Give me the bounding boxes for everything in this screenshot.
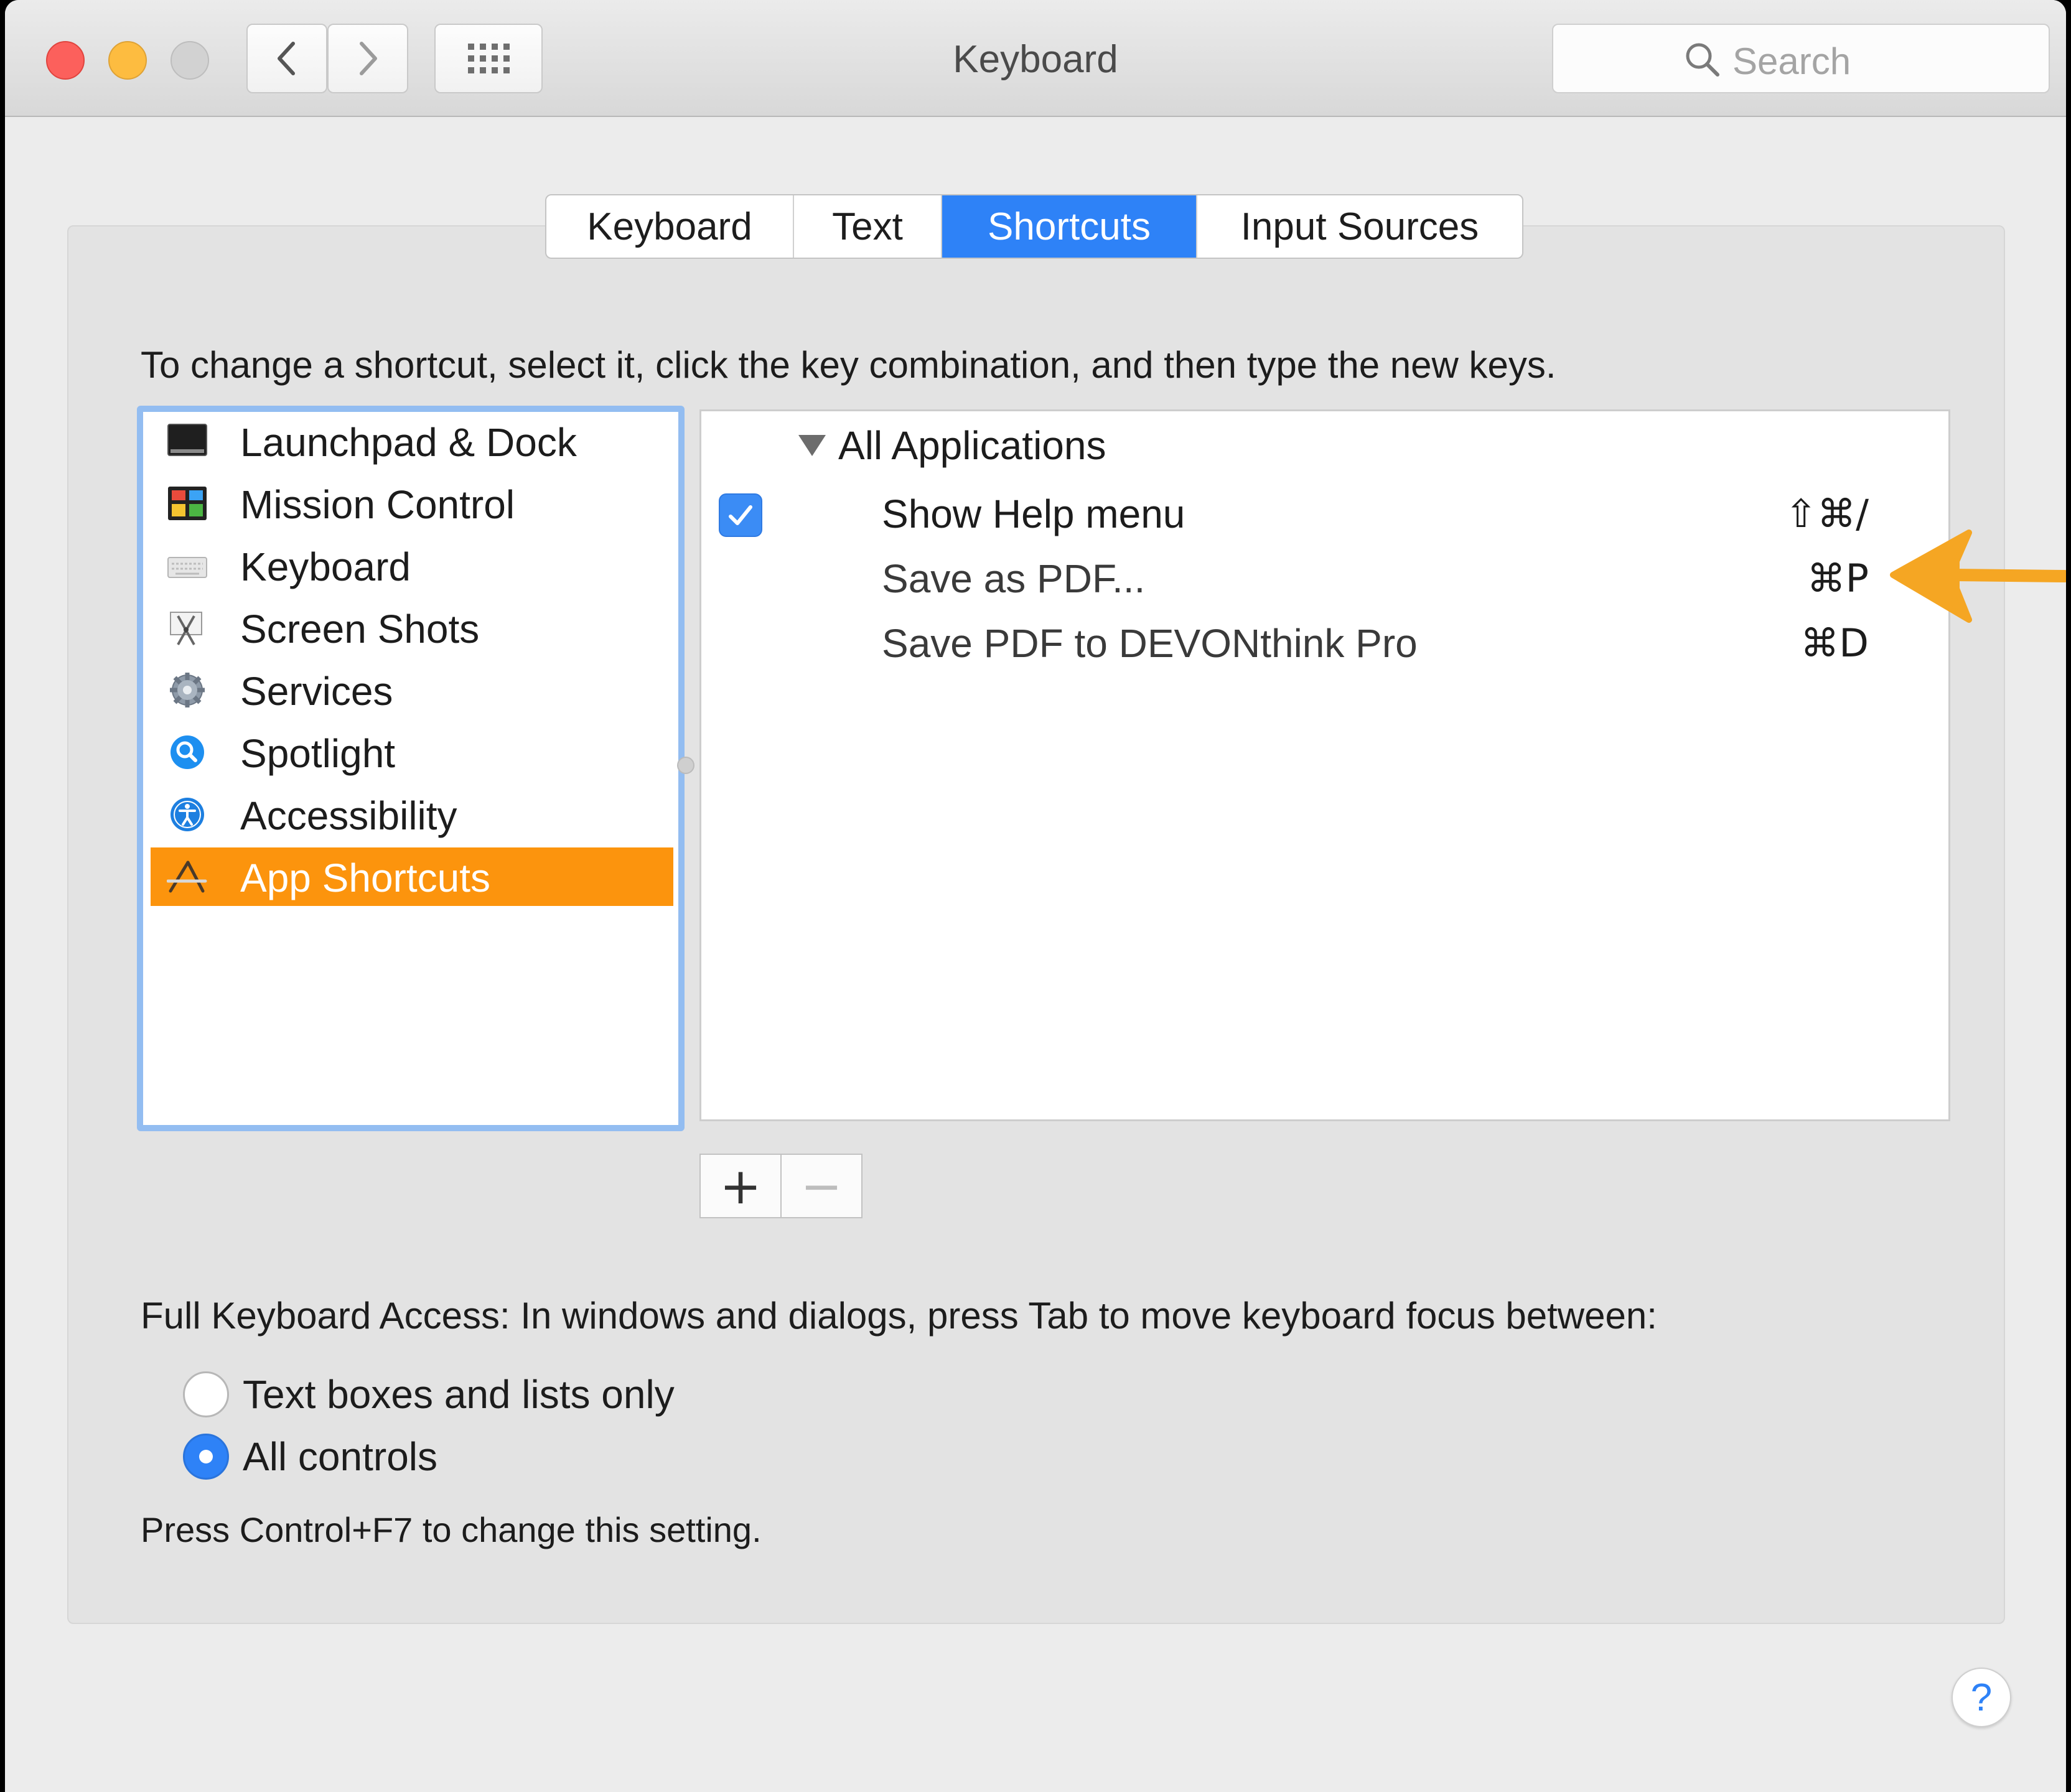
- radio-text-boxes-lists[interactable]: Text boxes and lists only: [183, 1366, 675, 1422]
- search-field[interactable]: Search: [1552, 24, 2050, 93]
- category-screen-shots[interactable]: Screen Shots: [151, 599, 673, 657]
- shortcut-label: Show Help menu: [882, 492, 1185, 536]
- instruction-text: To change a shortcut, select it, click t…: [141, 344, 1556, 386]
- shortcut-label: Save as PDF...: [882, 556, 1146, 601]
- radio-label: Text boxes and lists only: [243, 1372, 675, 1417]
- title-bar: Keyboard Search: [5, 0, 2066, 117]
- help-button[interactable]: ?: [1952, 1668, 2011, 1727]
- category-label: Spotlight: [240, 731, 396, 776]
- radio-all-controls[interactable]: All controls: [183, 1429, 437, 1485]
- category-accessibility[interactable]: Accessibility: [151, 785, 673, 844]
- shortcut-row[interactable]: Save as PDF... ⌘P: [701, 549, 1948, 612]
- category-label: Keyboard: [240, 544, 411, 589]
- full-keyboard-access-label: Full Keyboard Access: In windows and dia…: [141, 1295, 1657, 1337]
- tab-text[interactable]: Text: [794, 195, 942, 258]
- keyboard-icon: [167, 557, 207, 578]
- shortcut-key[interactable]: ⇧⌘/: [1785, 491, 1869, 536]
- category-mission-control[interactable]: Mission Control: [151, 474, 673, 533]
- shortcut-row[interactable]: Show Help menu ⇧⌘/: [701, 485, 1948, 547]
- category-label: Launchpad & Dock: [240, 420, 577, 465]
- category-label: Screen Shots: [240, 607, 480, 651]
- group-label: All Applications: [838, 423, 1106, 468]
- launchpad-dock-icon: [167, 424, 207, 456]
- group-all-applications[interactable]: All Applications: [798, 422, 1106, 469]
- tab-shortcuts[interactable]: Shortcuts: [942, 195, 1197, 258]
- tab-keyboard[interactable]: Keyboard: [546, 195, 794, 258]
- mission-control-icon: [168, 487, 207, 520]
- shortcut-key[interactable]: ⌘P: [1807, 556, 1869, 601]
- app-shortcuts-icon: [167, 861, 207, 893]
- services-gear-icon: [170, 673, 205, 707]
- shortcut-row[interactable]: Save PDF to DEVONthink Pro ⌘D: [701, 614, 1948, 676]
- spotlight-icon: [171, 735, 204, 769]
- disclosure-triangle-icon[interactable]: [798, 435, 826, 456]
- preferences-window: Keyboard Search Keyboard Text Shortcuts …: [5, 0, 2066, 1792]
- category-keyboard[interactable]: Keyboard: [151, 536, 673, 595]
- shortcut-key[interactable]: ⌘D: [1800, 620, 1869, 666]
- add-remove-control: + −: [699, 1154, 863, 1218]
- category-services[interactable]: Services: [151, 661, 673, 719]
- keyboard-access-hint: Press Control+F7 to change this setting.: [141, 1510, 762, 1549]
- category-app-shortcuts[interactable]: App Shortcuts: [151, 847, 673, 906]
- category-label: Services: [240, 669, 393, 714]
- add-shortcut-button[interactable]: +: [701, 1155, 780, 1217]
- shortcut-label: Save PDF to DEVONthink Pro: [882, 621, 1418, 666]
- remove-shortcut-button[interactable]: −: [780, 1155, 861, 1217]
- screen-shots-icon: [170, 612, 202, 645]
- shortcut-checkbox[interactable]: [719, 493, 762, 537]
- category-spotlight[interactable]: Spotlight: [151, 723, 673, 782]
- category-launchpad-dock[interactable]: Launchpad & Dock: [151, 412, 673, 470]
- category-label: Accessibility: [240, 793, 457, 838]
- split-view-handle[interactable]: [677, 757, 694, 774]
- tab-bar: Keyboard Text Shortcuts Input Sources: [545, 194, 1523, 259]
- search-icon: [1686, 43, 1719, 77]
- category-label: App Shortcuts: [240, 856, 490, 900]
- radio-label: All controls: [243, 1434, 437, 1479]
- search-placeholder: Search: [1732, 40, 1851, 82]
- radio-button[interactable]: [183, 1371, 229, 1417]
- category-list[interactable]: Launchpad & Dock Mission Control Keyboar…: [137, 406, 685, 1131]
- tab-input-sources[interactable]: Input Sources: [1197, 195, 1522, 258]
- category-label: Mission Control: [240, 482, 515, 527]
- radio-button[interactable]: [183, 1434, 229, 1480]
- checkmark-icon: [729, 505, 752, 525]
- accessibility-icon: [171, 798, 204, 831]
- shortcuts-list[interactable]: All Applications Show Help menu ⇧⌘/ Save…: [699, 409, 1950, 1121]
- annotation-arrow-icon: [1890, 530, 2066, 623]
